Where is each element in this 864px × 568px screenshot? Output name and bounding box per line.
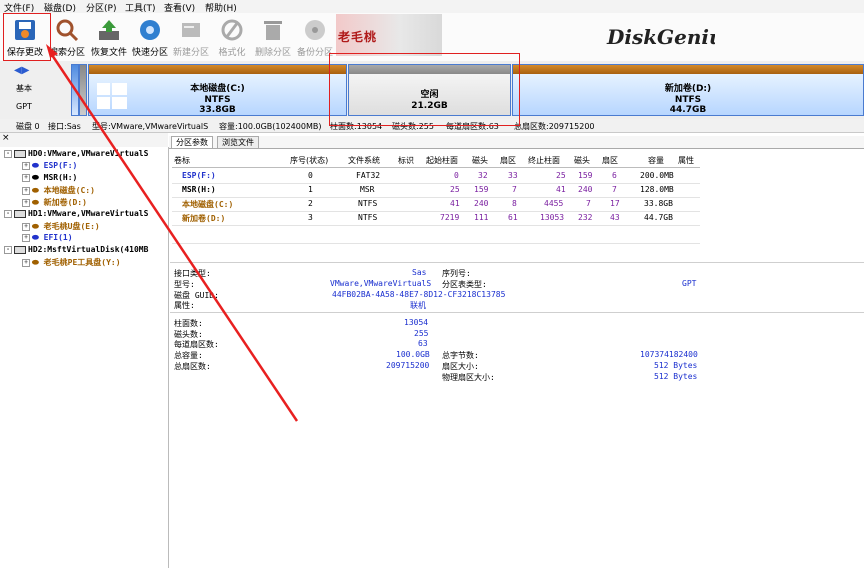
- annotation-arrow: [46, 44, 299, 422]
